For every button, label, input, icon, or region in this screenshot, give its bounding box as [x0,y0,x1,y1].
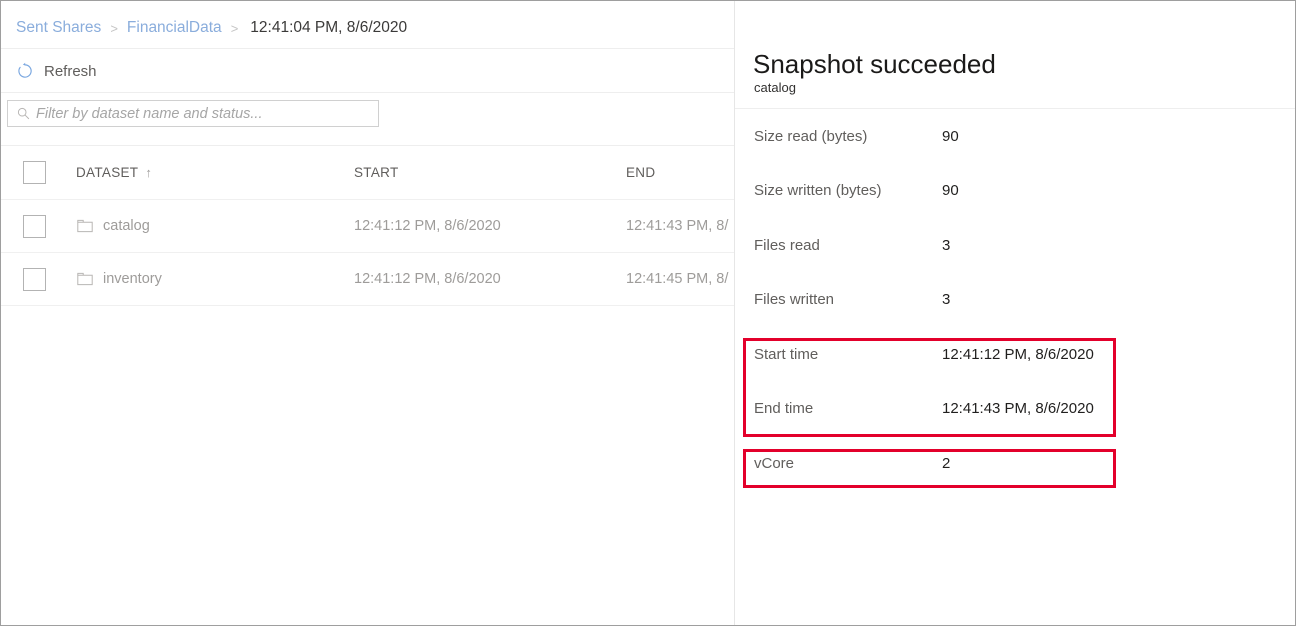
column-header-end-label: END [626,165,655,180]
main-content-region: Sent Shares > FinancialData > 12:41:04 P… [1,1,734,625]
search-icon [16,107,30,121]
detail-label: Size read (bytes) [754,128,867,145]
column-header-dataset[interactable]: DATASET ↑ [76,165,354,180]
breadcrumb: Sent Shares > FinancialData > 12:41:04 P… [16,15,407,41]
row-checkbox[interactable] [23,215,46,238]
detail-value: 3 [942,291,950,308]
folder-icon [76,219,93,234]
detail-value: 2 [942,455,950,472]
refresh-button-label: Refresh [44,63,97,80]
dataset-name: inventory [103,271,162,287]
dataset-name: catalog [103,218,150,234]
detail-row-vcore: vCore 2 [735,436,1295,491]
command-bar-divider [1,92,734,93]
table-header-row: DATASET ↑ START END [1,146,734,200]
detail-value: 90 [942,128,959,145]
panel-title: Snapshot succeeded [753,49,996,79]
filter-box[interactable] [7,100,379,127]
detail-value: 3 [942,237,950,254]
select-all-cell [1,161,76,184]
detail-row-files-read: Files read 3 [735,218,1295,273]
column-header-start-label: START [354,165,399,180]
breadcrumb-item-financialdata[interactable]: FinancialData [127,19,222,37]
refresh-button[interactable]: Refresh [15,57,97,85]
panel-header: Snapshot succeeded catalog [735,1,1295,109]
row-select-cell [1,268,76,291]
breadcrumb-item-sent-shares[interactable]: Sent Shares [16,19,101,37]
detail-row-end-time: End time 12:41:43 PM, 8/6/2020 [735,382,1295,437]
row-checkbox[interactable] [23,268,46,291]
folder-icon [76,272,93,287]
detail-label: Size written (bytes) [754,182,882,199]
row-select-cell [1,215,76,238]
snapshot-detail-list: Size read (bytes) 90 Size written (bytes… [735,109,1295,491]
app-window: Sent Shares > FinancialData > 12:41:04 P… [0,0,1296,626]
detail-label: End time [754,400,813,417]
column-header-dataset-label: DATASET [76,165,138,180]
detail-row-size-read: Size read (bytes) 90 [735,109,1295,164]
detail-label: Files read [754,237,820,254]
filter-input[interactable] [36,106,378,122]
refresh-icon [15,61,35,81]
detail-row-files-written: Files written 3 [735,273,1295,328]
select-all-checkbox[interactable] [23,161,46,184]
cell-dataset: inventory [76,271,354,287]
column-header-start[interactable]: START [354,164,626,182]
table-row[interactable]: catalog 12:41:12 PM, 8/6/2020 12:41:43 P… [1,200,734,253]
detail-row-start-time: Start time 12:41:12 PM, 8/6/2020 [735,327,1295,382]
breadcrumb-separator-icon: > [110,21,118,36]
column-header-end[interactable]: END [626,164,734,182]
detail-value: 12:41:12 PM, 8/6/2020 [942,346,1094,363]
breadcrumb-item-current: 12:41:04 PM, 8/6/2020 [250,19,407,37]
detail-label: vCore [754,455,794,472]
breadcrumb-separator-icon: > [231,21,239,36]
detail-label: Start time [754,346,818,363]
table-row[interactable]: inventory 12:41:12 PM, 8/6/2020 12:41:45… [1,253,734,306]
detail-label: Files written [754,291,834,308]
datasets-table: DATASET ↑ START END [1,146,734,306]
detail-row-size-written: Size written (bytes) 90 [735,164,1295,219]
detail-value: 90 [942,182,959,199]
cell-end: 12:41:43 PM, 8/ [626,218,734,234]
detail-value: 12:41:43 PM, 8/6/2020 [942,400,1094,417]
sort-ascending-icon: ↑ [145,165,152,180]
cell-end: 12:41:45 PM, 8/ [626,271,734,287]
command-bar: Refresh [1,49,734,93]
snapshot-details-panel: Snapshot succeeded catalog Size read (by… [734,1,1295,625]
cell-dataset: catalog [76,218,354,234]
panel-subtitle: catalog [754,80,796,95]
cell-start: 12:41:12 PM, 8/6/2020 [354,218,626,234]
cell-start: 12:41:12 PM, 8/6/2020 [354,271,626,287]
